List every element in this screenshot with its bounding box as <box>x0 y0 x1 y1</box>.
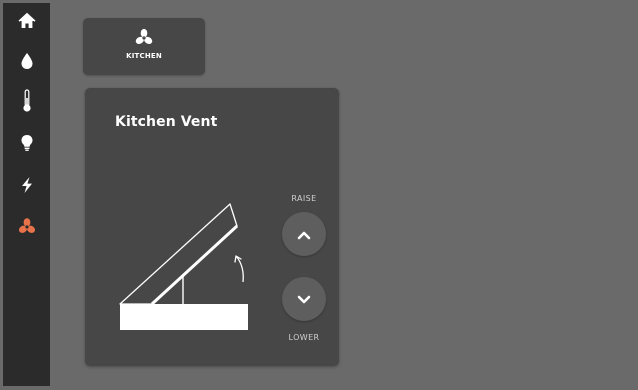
raise-label: RAISE <box>291 194 317 203</box>
fan-icon <box>134 28 154 48</box>
sidebar-item-lighting[interactable] <box>3 127 50 159</box>
raise-button[interactable] <box>282 212 326 256</box>
sidebar-item-energy[interactable] <box>3 169 50 201</box>
lower-button[interactable] <box>282 277 326 321</box>
vent-control-panel: Kitchen Vent RAISE LOWER <box>85 88 339 366</box>
home-icon <box>18 12 36 30</box>
fan-icon <box>18 218 36 236</box>
sidebar-item-water[interactable] <box>3 45 50 77</box>
chevron-up-icon <box>297 225 311 244</box>
thermometer-icon <box>22 89 32 113</box>
sidebar-item-temperature[interactable] <box>3 85 50 117</box>
sidebar-item-ventilation[interactable] <box>3 211 50 243</box>
panel-title: Kitchen Vent <box>115 114 218 130</box>
app-screen: KITCHEN Kitchen Vent RAISE LOWER <box>3 3 635 386</box>
lower-label: LOWER <box>288 333 320 342</box>
lightning-bolt-icon <box>20 176 34 194</box>
tab-label: KITCHEN <box>126 52 162 60</box>
tab-kitchen[interactable]: KITCHEN <box>83 18 205 75</box>
sidebar-nav <box>3 3 50 386</box>
vent-illustration <box>119 203 248 330</box>
lightbulb-icon <box>20 134 34 152</box>
chevron-down-icon <box>297 290 311 309</box>
water-drop-icon <box>20 52 34 70</box>
sidebar-item-home[interactable] <box>3 5 50 37</box>
